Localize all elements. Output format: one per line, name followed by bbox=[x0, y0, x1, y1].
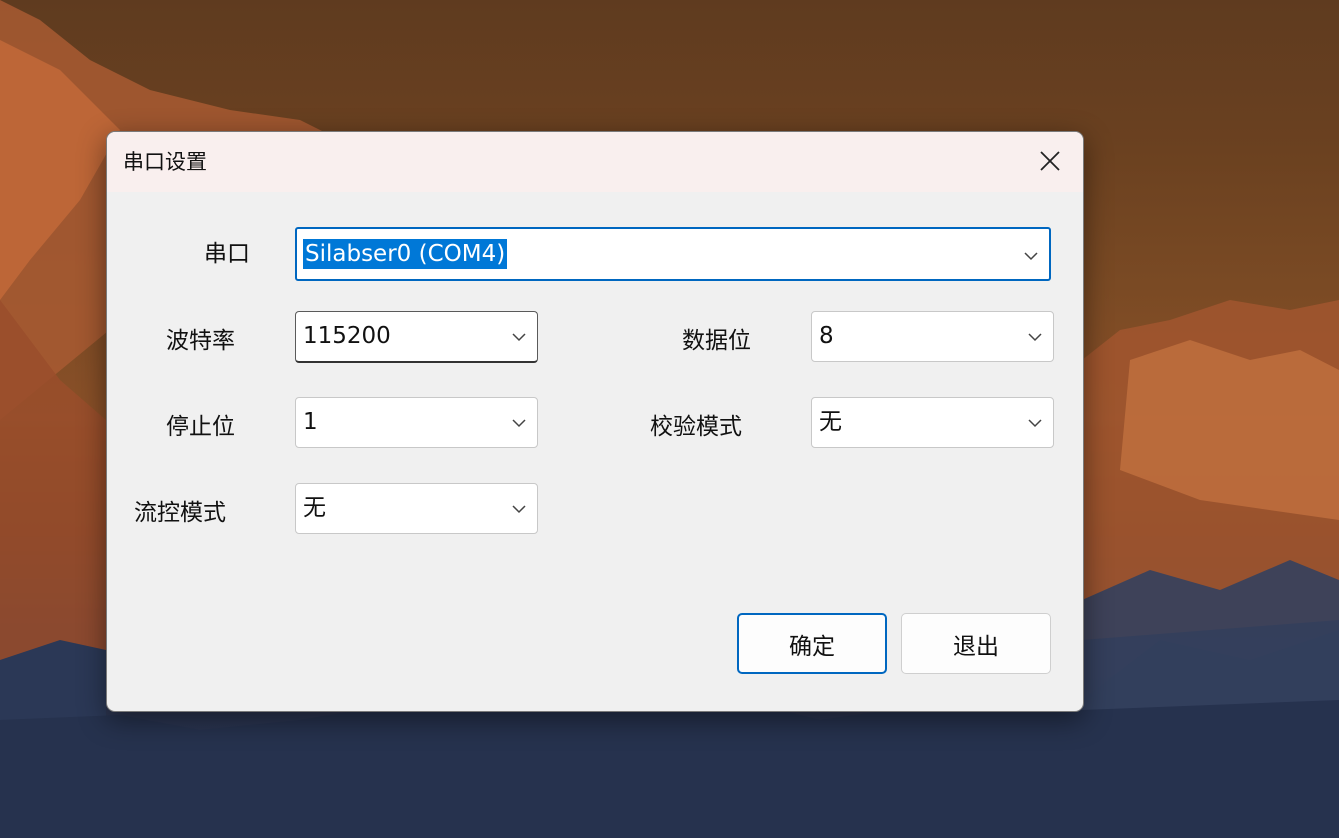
data-bits-label: 数据位 bbox=[682, 328, 751, 354]
cancel-button[interactable]: 退出 bbox=[901, 613, 1051, 674]
baud-rate-label: 波特率 bbox=[166, 328, 235, 354]
serial-settings-dialog: 串口设置 串口 Silabser0 (COM4) 波特率 115200 数据位 … bbox=[106, 131, 1084, 712]
dialog-title: 串口设置 bbox=[123, 150, 207, 174]
flow-control-value: 无 bbox=[303, 495, 326, 521]
port-value: Silabser0 (COM4) bbox=[303, 239, 508, 269]
chevron-down-icon bbox=[1028, 333, 1042, 342]
parity-label: 校验模式 bbox=[650, 414, 742, 440]
parity-value: 无 bbox=[819, 409, 842, 435]
port-select[interactable]: Silabser0 (COM4) bbox=[295, 227, 1051, 281]
stop-bits-select[interactable]: 1 bbox=[295, 397, 538, 448]
chevron-down-icon bbox=[512, 333, 526, 342]
chevron-down-icon bbox=[512, 505, 526, 514]
ok-button[interactable]: 确定 bbox=[737, 613, 887, 674]
stop-bits-label: 停止位 bbox=[166, 414, 235, 440]
data-bits-value: 8 bbox=[819, 323, 834, 349]
dialog-titlebar: 串口设置 bbox=[107, 132, 1083, 192]
port-label: 串口 bbox=[204, 241, 250, 267]
close-button[interactable] bbox=[1017, 132, 1083, 190]
flow-control-select[interactable]: 无 bbox=[295, 483, 538, 534]
parity-select[interactable]: 无 bbox=[811, 397, 1054, 448]
baud-rate-select[interactable]: 115200 bbox=[295, 311, 538, 363]
flow-control-label: 流控模式 bbox=[134, 500, 226, 526]
stop-bits-value: 1 bbox=[303, 409, 318, 435]
data-bits-select[interactable]: 8 bbox=[811, 311, 1054, 362]
chevron-down-icon bbox=[1024, 252, 1038, 261]
baud-rate-value: 115200 bbox=[303, 323, 391, 349]
chevron-down-icon bbox=[512, 419, 526, 428]
chevron-down-icon bbox=[1028, 419, 1042, 428]
close-icon bbox=[1040, 151, 1060, 171]
